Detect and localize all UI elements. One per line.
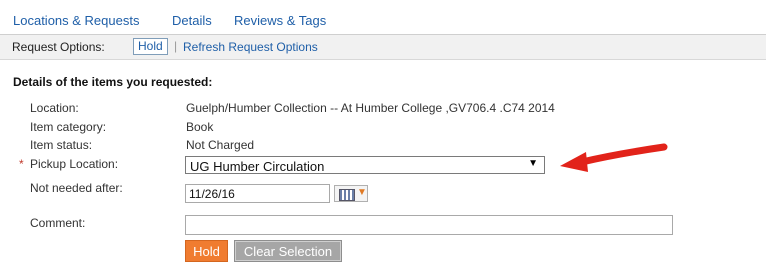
comment-label: Comment: xyxy=(30,216,86,230)
tab-locations-requests[interactable]: Locations & Requests xyxy=(13,13,139,28)
pickup-location-label: Pickup Location: xyxy=(30,157,119,171)
tab-details[interactable]: Details xyxy=(172,13,212,28)
chevron-down-icon: ▼ xyxy=(357,187,367,198)
location-label: Location: xyxy=(30,101,79,115)
tab-bar: Locations & Requests Details Reviews & T… xyxy=(0,0,766,32)
pickup-location-select[interactable]: UG Humber Circulation ▼ xyxy=(185,156,545,174)
item-category-value: Book xyxy=(186,120,214,134)
request-options-label: Request Options: xyxy=(12,40,105,54)
tab-reviews-tags[interactable]: Reviews & Tags xyxy=(234,13,326,28)
hold-button[interactable]: Hold xyxy=(185,240,228,262)
pickup-location-value: UG Humber Circulation xyxy=(190,159,325,174)
location-value: Guelph/Humber Collection -- At Humber Co… xyxy=(186,101,555,115)
clear-selection-button[interactable]: Clear Selection xyxy=(234,240,342,262)
item-status-label: Item status: xyxy=(30,138,93,152)
calendar-button[interactable]: ▼ xyxy=(334,185,368,202)
separator: | xyxy=(174,39,178,53)
refresh-request-options-link[interactable]: Refresh Request Options xyxy=(183,40,318,54)
required-marker: * xyxy=(19,157,24,171)
chevron-down-icon: ▼ xyxy=(528,158,538,169)
item-status-value: Not Charged xyxy=(186,138,255,152)
item-category-label: Item category: xyxy=(30,120,107,134)
request-options-bar: Request Options: Hold | Refresh Request … xyxy=(0,34,766,60)
not-needed-after-input[interactable] xyxy=(185,184,330,203)
calendar-icon xyxy=(339,189,355,201)
comment-input[interactable] xyxy=(185,215,673,235)
not-needed-after-label: Not needed after: xyxy=(30,181,123,195)
hold-link[interactable]: Hold xyxy=(133,38,168,55)
red-arrow-icon xyxy=(560,143,668,172)
details-heading: Details of the items you requested: xyxy=(13,75,213,89)
